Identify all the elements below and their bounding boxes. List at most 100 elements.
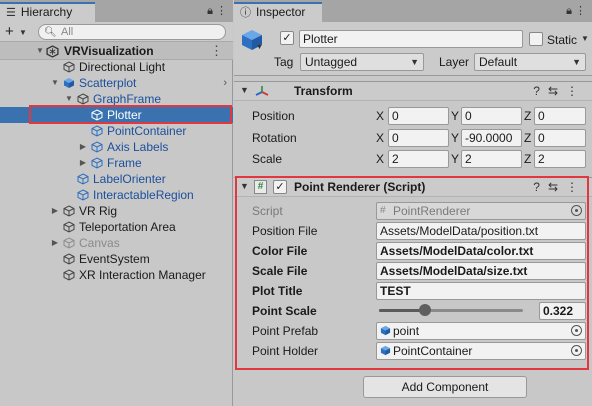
rotation-x-field[interactable]: 0 [388,129,449,147]
inspector-tab-bar: ⓘ Inspector 🔒︎ ⋮ [234,0,592,22]
search-icon: 🔍︎ [44,27,57,38]
gameobject-icon [77,173,89,185]
gameobject-icon [63,61,75,73]
expand-arrow-icon[interactable]: ▶ [50,203,60,219]
x-label[interactable]: X [376,107,384,125]
preset-icon[interactable]: ⇆ [548,84,566,98]
hierarchy-item[interactable]: PointContainer [0,123,233,139]
tag-value: Untagged [305,55,358,69]
gameobject-icon [63,237,75,249]
tag-label: Tag [274,55,294,69]
layer-value: Default [479,55,518,69]
gameobject-icon [91,125,103,137]
chevron-down-icon[interactable]: ▼ [256,44,263,51]
lock-icon[interactable]: 🔒︎ [207,5,213,17]
hierarchy-item-label: Frame [107,156,142,170]
hierarchy-item-disabled[interactable]: ▶ Canvas [0,235,233,251]
hierarchy-item[interactable]: ▼ Scatterplot › [0,75,233,91]
hierarchy-item-label: VR Rig [79,204,118,218]
highlight-box [29,105,232,124]
transform-axes-icon [255,86,269,96]
hierarchy-item[interactable]: ▶ VR Rig [0,203,233,219]
expand-arrow-icon[interactable]: ▶ [50,235,60,251]
scene-row[interactable]: ▼ VRVisualization ⋮ [0,42,233,60]
hierarchy-item-label: LabelOrienter [93,172,166,186]
hierarchy-item[interactable]: Teleportation Area [0,219,233,235]
hierarchy-item-label: Teleportation Area [79,220,176,234]
gameobject-icon [63,205,75,217]
position-z-field[interactable]: 0 [534,107,586,125]
gameobject-icon [63,221,75,233]
kebab-menu-icon[interactable]: ⋮ [216,5,227,17]
tab-inspector[interactable]: ⓘ Inspector [234,2,322,22]
gameobject-icon [91,157,103,169]
y-label[interactable]: Y [451,107,459,125]
hierarchy-item[interactable]: ▶ Frame [0,155,233,171]
expand-arrow-icon[interactable]: ▶ [78,139,88,155]
active-checkbox[interactable]: ✓ [280,31,294,45]
position-x-field[interactable]: 0 [388,107,449,125]
add-component-button[interactable]: Add Component [363,376,527,398]
unity-scene-icon [46,45,59,58]
hierarchy-search-input[interactable]: 🔍︎ All [38,24,226,40]
x-label[interactable]: X [376,129,384,147]
tag-dropdown[interactable]: Untagged ▼ [300,53,424,71]
create-plus-button[interactable]: + [5,23,14,40]
scale-label: Scale [252,152,283,166]
hierarchy-item[interactable]: InteractableRegion [0,187,233,203]
hierarchy-item-label: EventSystem [79,252,150,266]
hierarchy-item-label: Axis Labels [107,140,169,154]
layer-dropdown[interactable]: Default ▼ [474,53,586,71]
expand-arrow-icon[interactable]: ▼ [50,75,60,91]
scale-y-field[interactable]: 2 [461,150,522,168]
hierarchy-item-label: InteractableRegion [93,188,194,202]
component-controls: ?⇆⋮ [533,84,586,98]
scale-z-field[interactable]: 2 [534,150,586,168]
transform-header[interactable]: ▼ Transform ?⇆⋮ [234,81,592,101]
prefab-child-icon [77,93,89,105]
hierarchy-item[interactable]: Directional Light [0,59,233,75]
chevron-down-icon[interactable]: ▼ [581,34,589,43]
fold-arrow-icon[interactable]: ▼ [240,85,249,95]
gameobject-icon [91,141,103,153]
hierarchy-item[interactable]: XR Interaction Manager [0,267,233,283]
expand-arrow-icon[interactable]: ▼ [35,42,45,60]
tab-hierarchy[interactable]: ☰ Hierarchy [0,2,95,22]
hierarchy-tab-bar: ☰ Hierarchy 🔒︎ ⋮ [0,0,233,22]
inspector-tab-controls: 🔒︎ ⋮ [566,4,586,18]
expand-arrow-icon[interactable]: ▶ [78,155,88,171]
y-label[interactable]: Y [451,150,459,168]
hierarchy-item[interactable]: ▶ Axis Labels [0,139,233,155]
position-label: Position [252,109,295,123]
static-checkbox[interactable] [529,32,543,46]
y-label[interactable]: Y [451,129,459,147]
rotation-y-field[interactable]: -90.0000 [461,129,522,147]
position-y-field[interactable]: 0 [461,107,522,125]
rotation-z-field[interactable]: 0 [534,129,586,147]
z-label[interactable]: Z [524,150,531,168]
object-name-field[interactable]: Plotter [299,30,523,48]
hierarchy-item-label: Scatterplot [79,76,137,90]
x-label[interactable]: X [376,150,384,168]
scale-x-field[interactable]: 2 [388,150,449,168]
z-label[interactable]: Z [524,129,531,147]
highlight-box [235,176,589,370]
hierarchy-item[interactable]: LabelOrienter [0,171,233,187]
chevron-right-icon[interactable]: › [223,75,227,91]
hierarchy-toolbar: + ▼ 🔍︎ All [0,22,233,42]
kebab-menu-icon[interactable]: ⋮ [210,44,223,57]
chevron-down-icon[interactable]: ▼ [19,24,27,41]
kebab-menu-icon[interactable]: ⋮ [575,5,586,17]
lock-icon[interactable]: 🔒︎ [566,5,572,17]
hierarchy-item-label: XR Interaction Manager [79,268,206,282]
hierarchy-tab-controls: 🔒︎ ⋮ [207,4,227,18]
hierarchy-item[interactable]: EventSystem [0,251,233,267]
kebab-menu-icon[interactable]: ⋮ [566,84,586,98]
gameobject-icon [77,189,89,201]
help-icon[interactable]: ? [533,84,548,98]
chevron-down-icon: ▼ [572,57,581,67]
list-icon: ☰ [6,7,16,19]
hierarchy-item-label: PointContainer [107,124,187,138]
gameobject-icon [63,269,75,281]
z-label[interactable]: Z [524,107,531,125]
